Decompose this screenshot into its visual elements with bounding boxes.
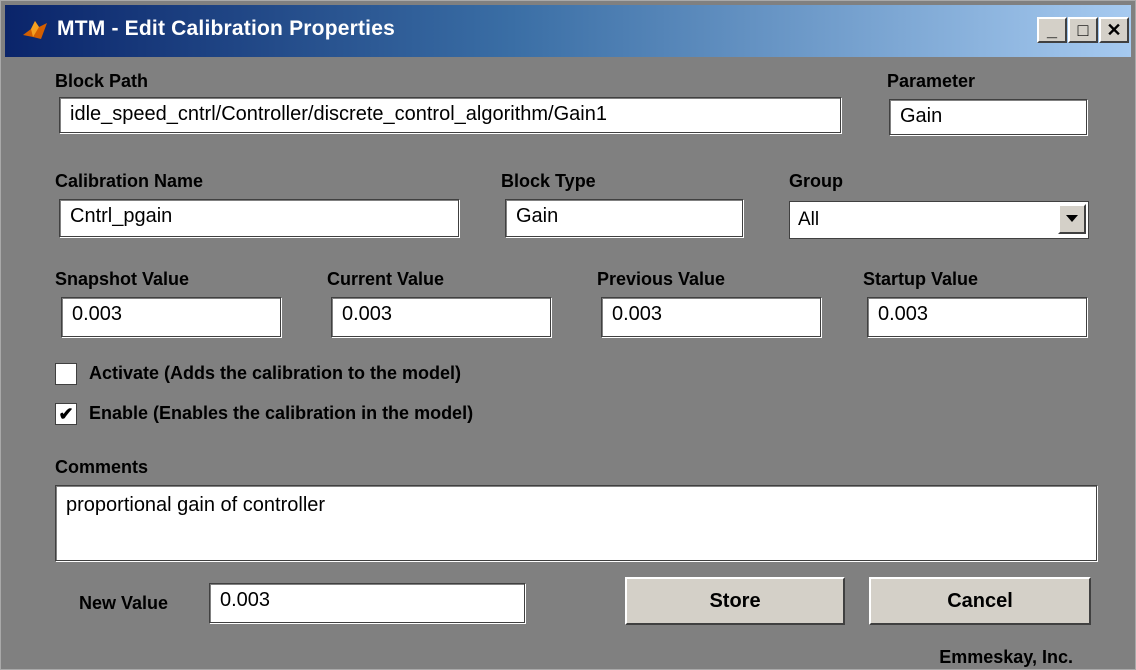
- previous-value-label: Previous Value: [597, 269, 726, 289]
- new-value-field[interactable]: 0.003: [209, 583, 525, 623]
- company-credit: Emmeskay, Inc.: [939, 647, 1073, 667]
- block-path-field[interactable]: idle_speed_cntrl/Controller/discrete_con…: [59, 97, 841, 133]
- current-value-label: Current Value: [327, 269, 445, 289]
- minimize-icon[interactable]: _: [1037, 17, 1067, 43]
- activate-checkbox[interactable]: [55, 363, 77, 385]
- cancel-button[interactable]: Cancel: [869, 577, 1091, 625]
- group-label: Group: [789, 171, 843, 191]
- chevron-down-icon[interactable]: [1058, 204, 1086, 234]
- matlab-logo-icon: [23, 21, 47, 39]
- snapshot-value-field[interactable]: 0.003: [61, 297, 281, 337]
- block-path-label: Block Path: [55, 71, 149, 91]
- close-icon[interactable]: ✕: [1099, 17, 1129, 43]
- comments-field[interactable]: proportional gain of controller: [55, 485, 1097, 561]
- title-bar[interactable]: MTM - Edit Calibration Properties _ □ ✕: [5, 5, 1131, 57]
- maximize-icon[interactable]: □: [1068, 17, 1098, 43]
- current-value-field[interactable]: 0.003: [331, 297, 551, 337]
- dialog-window: MTM - Edit Calibration Properties _ □ ✕ …: [0, 0, 1136, 670]
- checkmark-icon: ✔: [58, 403, 74, 424]
- comments-label: Comments: [55, 457, 149, 477]
- startup-value-label: Startup Value: [863, 269, 979, 289]
- parameter-label: Parameter: [887, 71, 976, 91]
- calibration-name-field[interactable]: Cntrl_pgain: [59, 199, 459, 237]
- group-select-value: All: [798, 209, 820, 230]
- window-title: MTM - Edit Calibration Properties: [57, 17, 395, 40]
- group-select[interactable]: All: [789, 201, 1089, 239]
- block-type-field[interactable]: Gain: [505, 199, 743, 237]
- parameter-field[interactable]: Gain: [889, 99, 1087, 135]
- snapshot-value-label: Snapshot Value: [55, 269, 190, 289]
- enable-checkbox[interactable]: ✔: [55, 403, 77, 425]
- startup-value-field[interactable]: 0.003: [867, 297, 1087, 337]
- block-type-label: Block Type: [501, 171, 596, 191]
- enable-checkbox-label[interactable]: Enable (Enables the calibration in the m…: [89, 403, 473, 424]
- calibration-name-label: Calibration Name: [55, 171, 204, 191]
- new-value-label: New Value: [79, 593, 169, 613]
- activate-checkbox-label[interactable]: Activate (Adds the calibration to the mo…: [89, 363, 461, 384]
- store-button[interactable]: Store: [625, 577, 845, 625]
- previous-value-field[interactable]: 0.003: [601, 297, 821, 337]
